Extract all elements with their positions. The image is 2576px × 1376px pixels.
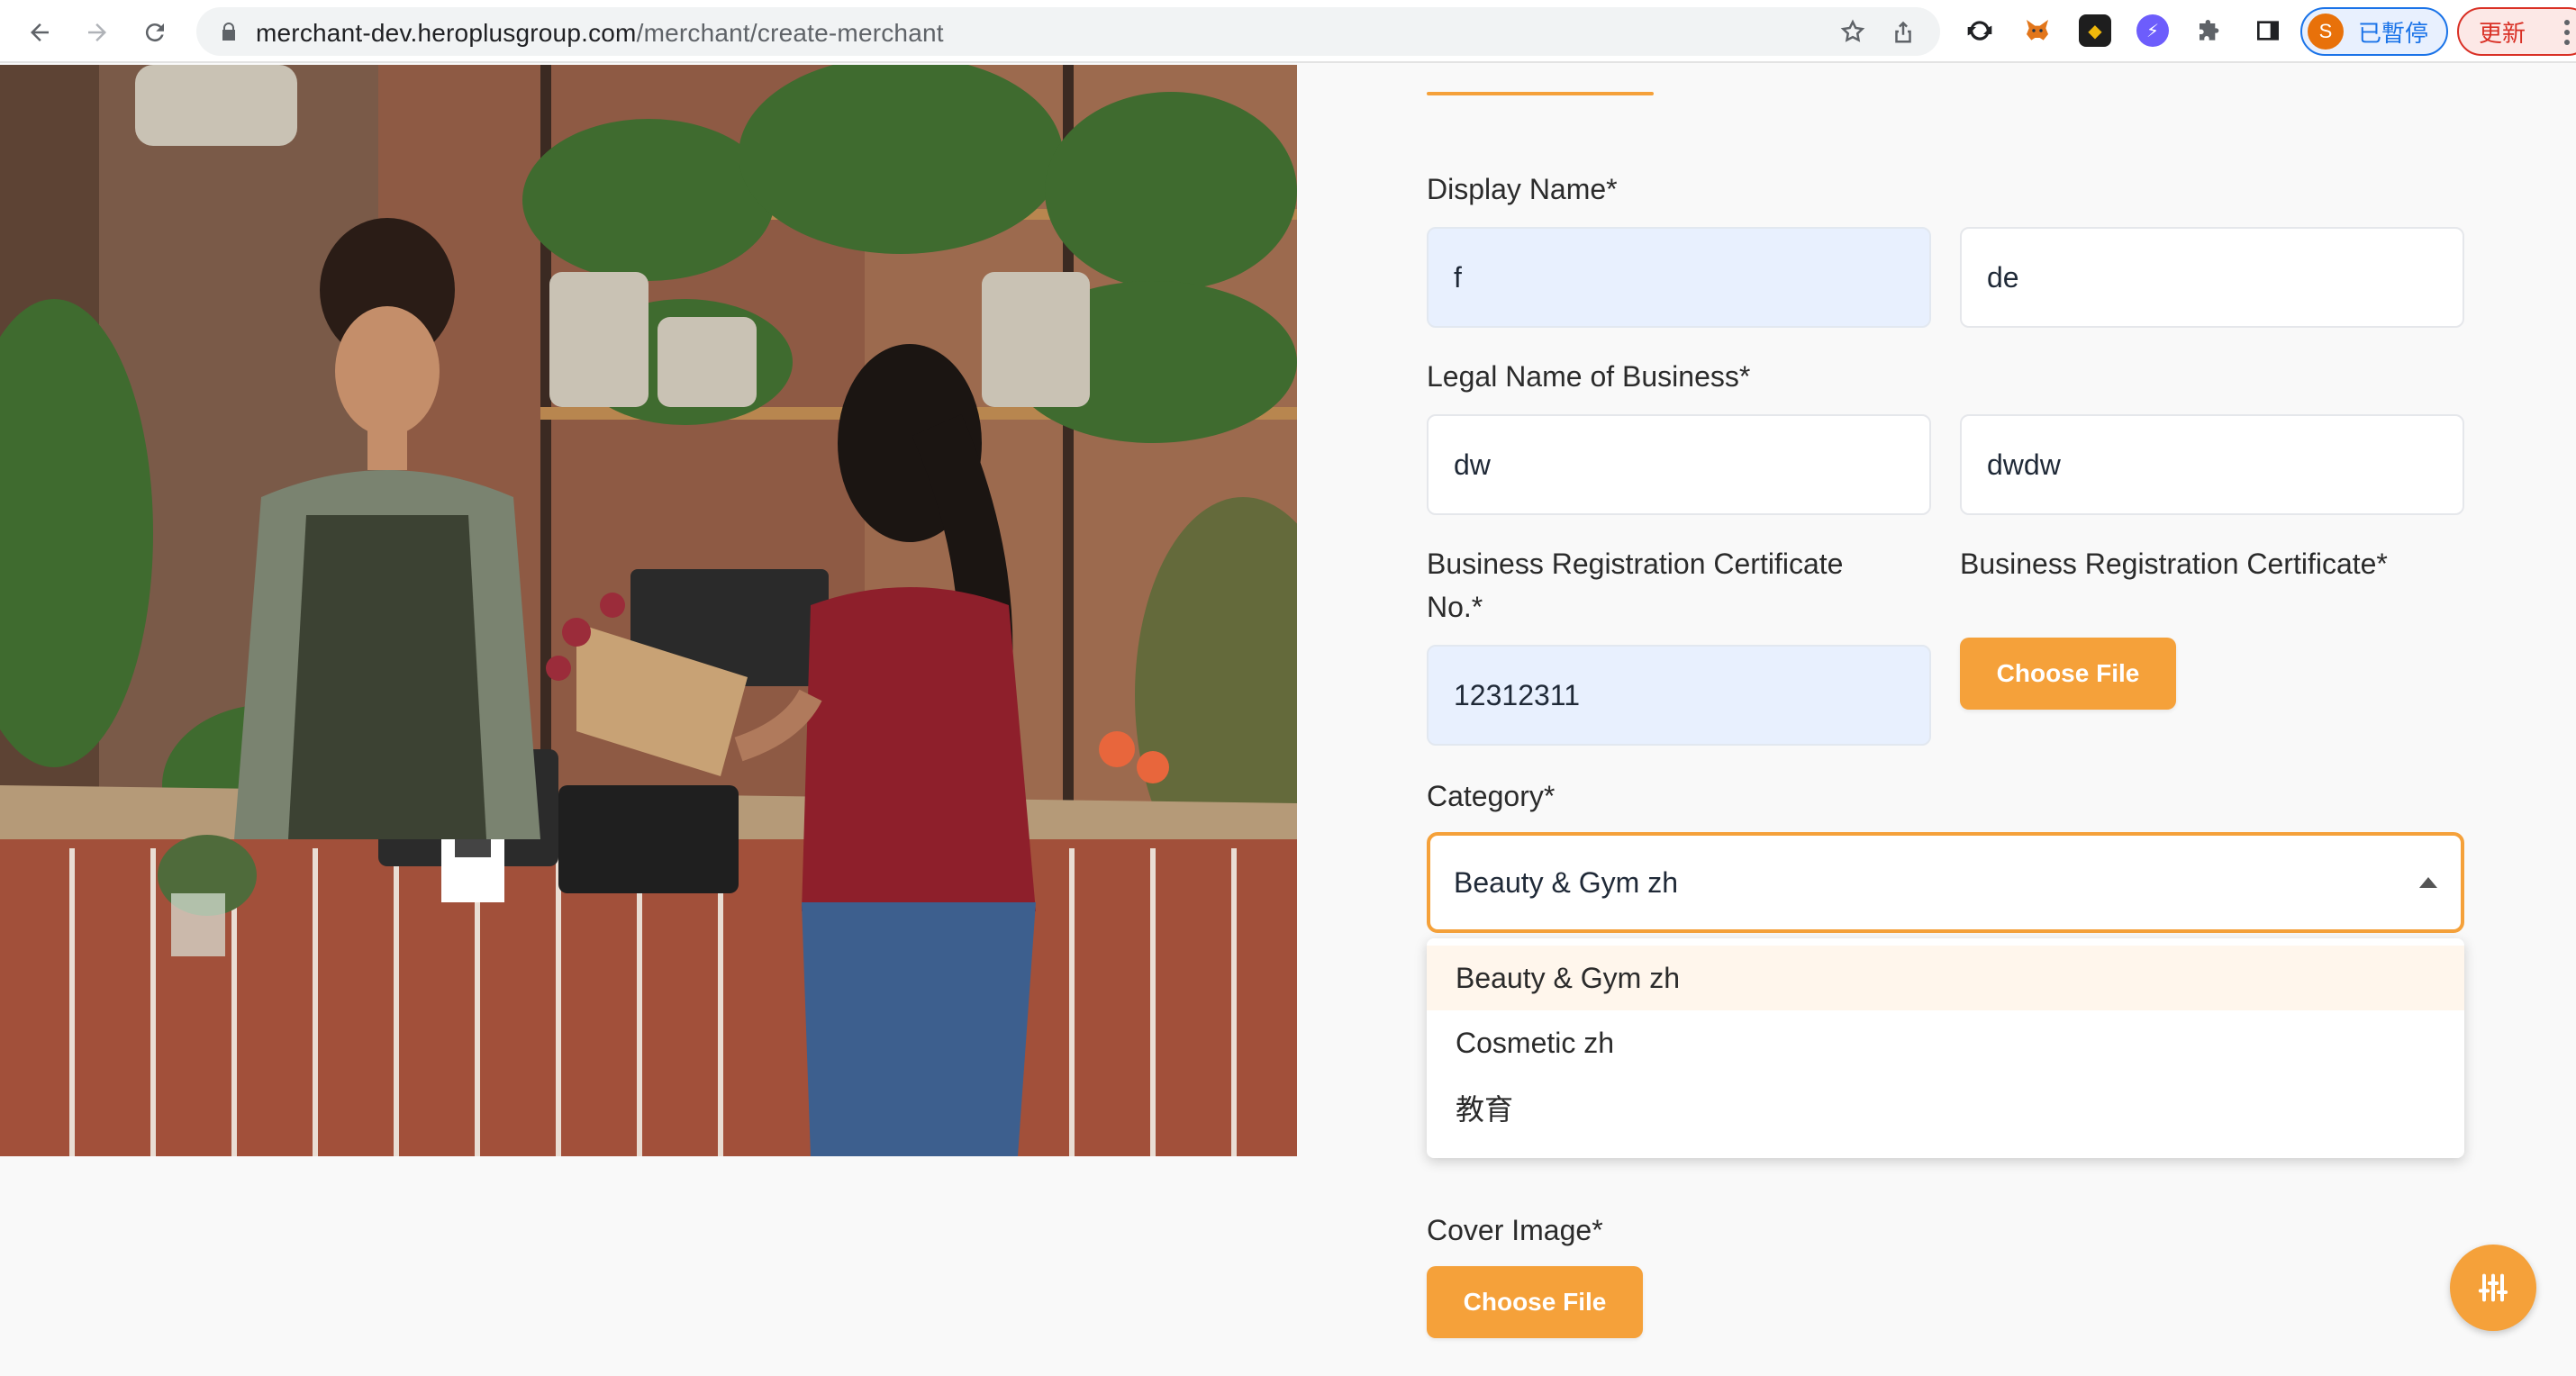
more-menu-icon[interactable] [2558,18,2576,47]
legal-name-label: Legal Name of Business* [1427,360,1751,393]
settings-sliders-button[interactable] [2450,1245,2536,1331]
forward-icon[interactable] [77,13,117,52]
brc-file-label: Business Registration Certificate* [1960,548,2388,580]
brc-choose-file-button[interactable]: Choose File [1960,638,2176,710]
url-path: /merchant/create-merchant [636,19,944,47]
profile-button[interactable]: S 已暫停 [2300,7,2448,56]
profile-avatar: S [2308,14,2344,50]
category-select[interactable]: Beauty & Gym zh [1427,832,2464,933]
binance-wallet-icon[interactable]: ◆ [2079,14,2111,47]
display-name-label: Display Name* [1427,173,1618,205]
florist-illustration [0,65,1297,1156]
back-icon[interactable] [20,13,59,52]
reload-icon[interactable] [135,13,175,52]
address-bar[interactable]: merchant-dev.heroplusgroup.com/merchant/… [196,7,1940,56]
display-name-input-secondary[interactable]: de [1960,227,2464,328]
update-label: 更新 [2479,20,2526,48]
category-selected-value: Beauty & Gym zh [1454,865,1678,899]
url-text[interactable]: merchant-dev.heroplusgroup.com/merchant/… [256,19,944,48]
cover-image-label: Cover Image* [1427,1214,1603,1246]
category-label: Category* [1427,780,1556,812]
category-option-beauty-gym[interactable]: Beauty & Gym zh [1427,946,2464,1010]
lightning-extension-icon[interactable]: ⚡ [2136,14,2169,47]
side-panel-icon[interactable] [2252,14,2284,47]
url-host: merchant-dev.heroplusgroup.com [256,19,637,47]
active-tab-indicator [1427,92,1654,95]
share-icon[interactable] [1890,18,1917,45]
sliders-icon [2478,1273,2508,1302]
brc-number-label-line1: Business Registration Certificate [1427,548,1844,580]
profile-status-label: 已暫停 [2358,20,2429,48]
lock-icon[interactable] [218,21,240,42]
extensions-puzzle-icon[interactable] [2194,14,2227,47]
brc-number-label: Business Registration Certificate No.* [1427,542,1843,629]
cover-choose-file-button[interactable]: Choose File [1427,1266,1643,1338]
legal-name-input-primary[interactable]: dw [1427,414,1931,515]
category-option-cosmetic[interactable]: Cosmetic zh [1427,1010,2464,1075]
brc-number-label-line2: No.* [1427,591,1483,623]
metamask-fox-icon[interactable] [2021,14,2054,47]
category-dropdown-menu: Beauty & Gym zh Cosmetic zh 教育 [1427,938,2464,1158]
category-option-education[interactable]: 教育 [1427,1075,2464,1140]
display-name-input-primary[interactable]: f [1427,227,1931,328]
sync-extension-icon[interactable] [1964,14,1996,47]
hero-photo-florist [0,65,1297,1156]
bookmark-star-icon[interactable] [1839,18,1866,45]
brc-number-input[interactable]: 12312311 [1427,645,1931,746]
browser-toolbar: merchant-dev.heroplusgroup.com/merchant/… [0,0,2576,63]
caret-up-icon[interactable] [2419,877,2437,888]
legal-name-input-secondary[interactable]: dwdw [1960,414,2464,515]
